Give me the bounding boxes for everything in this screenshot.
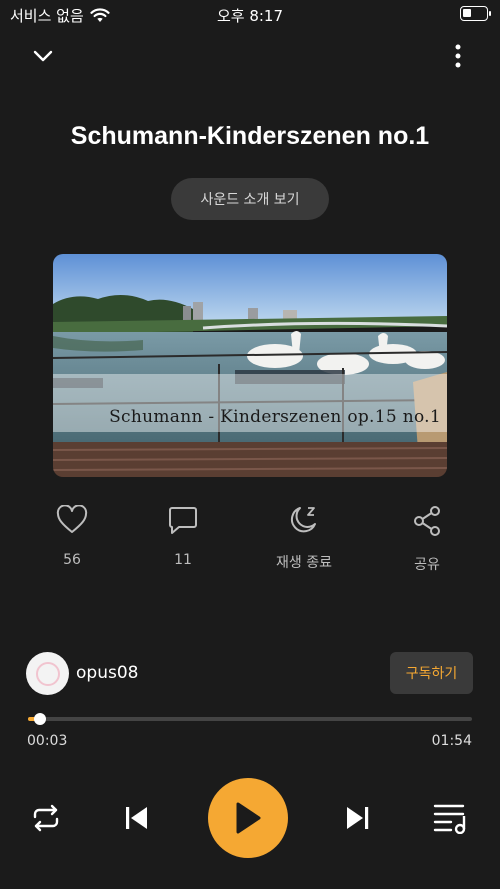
current-time: 00:03 [27,733,68,749]
play-button[interactable] [208,778,288,858]
chevron-down-icon[interactable] [28,42,58,70]
playlist-icon[interactable] [432,800,470,836]
comment-button[interactable]: 11 [133,505,233,568]
share-icon [414,506,440,536]
repeat-icon[interactable] [28,800,64,836]
cover-caption: Schumann - Kinderszenen op.15 no.1 [109,407,441,427]
next-icon[interactable] [340,800,376,836]
sound-intro-button[interactable]: 사운드 소개 보기 [171,178,329,220]
share-button[interactable]: 공유 [377,505,477,574]
share-label: 공유 [414,557,440,573]
subscribe-button[interactable]: 구독하기 [390,652,473,694]
lake-scene [53,254,447,477]
comment-count: 11 [174,552,192,568]
status-time: 오후 8:17 [216,7,284,25]
battery-icon [460,6,491,21]
previous-icon[interactable] [118,800,154,836]
progress-thumb[interactable] [33,713,46,725]
sleep-timer-button[interactable]: 재생 종료 [254,505,354,572]
like-button[interactable]: 56 [22,505,122,568]
moon-sleep-icon [290,507,316,533]
more-vertical-icon[interactable] [444,40,472,72]
comment-icon [169,507,197,534]
like-count: 56 [63,552,81,568]
sleep-timer-label: 재생 종료 [276,555,332,571]
status-bar: 서비스 없음 오후 8:17 [0,0,500,28]
action-bar: 56 11 재생 종료 공유 [0,505,500,575]
avatar[interactable] [26,652,69,695]
play-icon [236,802,261,834]
heart-icon [56,505,88,533]
artist-name[interactable]: opus08 [76,663,138,683]
artist-row: opus08 구독하기 [26,652,473,696]
track-title: Schumann-Kinderszenen no.1 [70,122,430,150]
cover-image: Schumann - Kinderszenen op.15 no.1 [53,254,447,477]
total-time: 01:54 [431,733,472,749]
progress-bar[interactable] [28,713,472,725]
